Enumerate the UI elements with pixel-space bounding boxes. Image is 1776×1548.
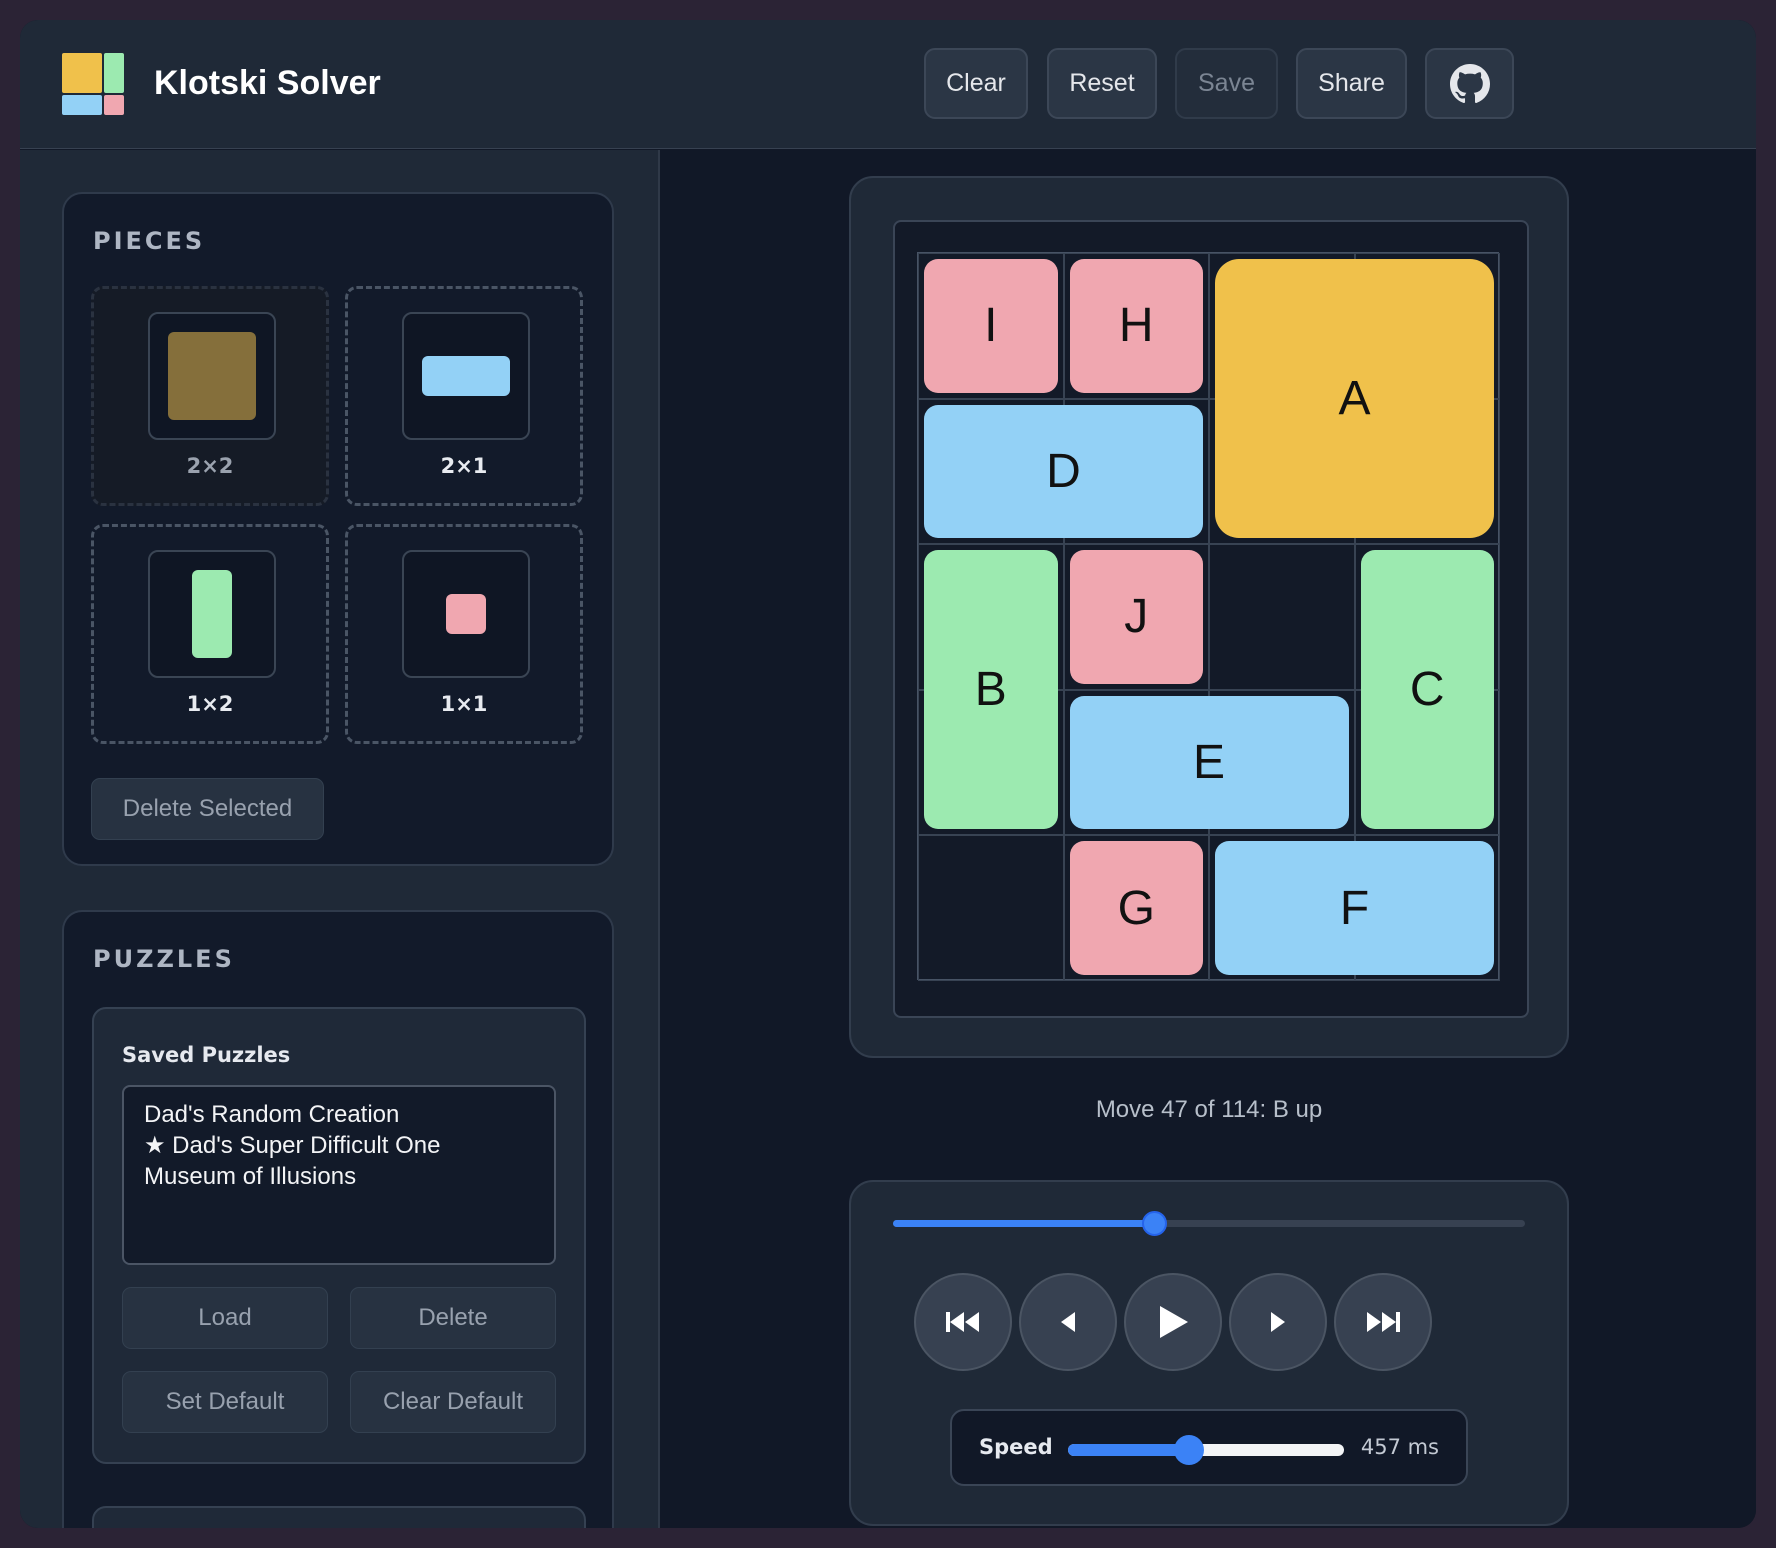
speed-slider-thumb[interactable] <box>1174 1435 1205 1465</box>
share-button[interactable]: Share <box>1296 48 1407 119</box>
speed-slider[interactable] <box>1068 1435 1344 1465</box>
play-icon <box>1160 1306 1188 1338</box>
main-area: IHADBJ CEGF Move 47 of 114: B up Speed 45… <box>662 150 1756 1528</box>
board-cell[interactable] <box>1209 544 1355 690</box>
skip-to-start-button[interactable] <box>914 1273 1012 1371</box>
app-window: Klotski Solver Clear Reset Save Share PI… <box>20 20 1756 1528</box>
board-cell[interactable] <box>918 835 1064 981</box>
piece-1x2-swatch <box>192 570 232 658</box>
piece-1x1-label: 1×1 <box>440 692 488 716</box>
clear-default-button[interactable]: Clear Default <box>350 1371 556 1433</box>
move-scrubber-thumb[interactable] <box>1141 1211 1167 1236</box>
delete-selected-button[interactable]: Delete Selected <box>91 778 324 840</box>
puzzle-board[interactable]: IHADBJ CEGF <box>917 252 1500 981</box>
next-section-card <box>92 1506 586 1528</box>
app-logo-icon <box>62 53 124 115</box>
speed-control: Speed 457 ms <box>950 1409 1468 1486</box>
puzzles-title: PUZZLES <box>93 945 235 973</box>
block-i[interactable]: I <box>924 259 1058 393</box>
app-title: Klotski Solver <box>154 64 381 102</box>
sidebar: PIECES 2×2 2×1 1×2 1×1 Delete Selected P… <box>20 150 660 1528</box>
github-icon <box>1449 63 1490 103</box>
step-back-icon <box>1061 1312 1075 1332</box>
block-f[interactable]: F <box>1215 841 1494 975</box>
skip-to-end-icon <box>1367 1312 1400 1332</box>
github-button[interactable] <box>1425 48 1514 119</box>
speed-value: 457 ms <box>1360 1435 1439 1459</box>
reset-button[interactable]: Reset <box>1047 48 1157 119</box>
load-button[interactable]: Load <box>122 1287 328 1349</box>
header: Klotski Solver Clear Reset Save Share <box>20 20 1756 149</box>
saved-puzzles-box: Saved Puzzles Dad's Random Creation ★ Da… <box>92 1007 586 1464</box>
delete-button[interactable]: Delete <box>350 1287 556 1349</box>
board-panel: IHADBJ CEGF <box>849 176 1569 1058</box>
move-scrubber[interactable] <box>893 1211 1525 1236</box>
piece-1x1[interactable]: 1×1 <box>345 524 583 744</box>
set-default-button[interactable]: Set Default <box>122 1371 328 1433</box>
piece-2x2-swatch <box>168 332 256 420</box>
block-b[interactable]: B <box>924 550 1058 830</box>
step-forward-icon <box>1271 1312 1285 1332</box>
piece-2x2-label: 2×2 <box>186 454 234 478</box>
list-item[interactable]: Museum of Illusions <box>144 1161 534 1192</box>
playback-panel: Speed 457 ms <box>849 1180 1569 1526</box>
piece-2x1-label: 2×1 <box>440 454 488 478</box>
speed-label: Speed <box>979 1435 1053 1459</box>
puzzles-panel: PUZZLES Saved Puzzles Dad's Random Creat… <box>62 910 614 1528</box>
block-g[interactable]: G <box>1069 841 1203 975</box>
piece-1x1-swatch <box>446 594 486 634</box>
skip-to-start-icon <box>946 1312 979 1332</box>
save-button[interactable]: Save <box>1175 48 1278 119</box>
block-j[interactable]: J <box>1069 550 1203 684</box>
saved-puzzles-list[interactable]: Dad's Random Creation ★ Dad's Super Diff… <box>122 1085 556 1265</box>
step-forward-button[interactable] <box>1229 1273 1327 1371</box>
move-scrubber-fill <box>893 1220 1154 1227</box>
block-a[interactable]: A <box>1215 259 1494 539</box>
board-frame: IHADBJ CEGF <box>893 220 1529 1018</box>
step-back-button[interactable] <box>1019 1273 1117 1371</box>
list-item[interactable]: ★ Dad's Super Difficult One <box>144 1130 534 1161</box>
piece-1x2[interactable]: 1×2 <box>91 524 329 744</box>
piece-2x2[interactable]: 2×2 <box>91 286 329 506</box>
piece-2x1[interactable]: 2×1 <box>345 286 583 506</box>
block-e[interactable]: E <box>1069 695 1349 830</box>
block-c[interactable]: C <box>1360 550 1494 830</box>
clear-button[interactable]: Clear <box>924 48 1028 119</box>
speed-slider-fill <box>1068 1444 1190 1456</box>
play-button[interactable] <box>1124 1273 1222 1371</box>
piece-1x2-label: 1×2 <box>186 692 234 716</box>
block-d[interactable]: D <box>924 404 1203 539</box>
move-status: Move 47 of 114: B up <box>1095 1096 1323 1123</box>
pieces-title: PIECES <box>93 227 206 255</box>
pieces-panel: PIECES 2×2 2×1 1×2 1×1 Delete Selected <box>62 192 614 866</box>
list-item[interactable]: Dad's Random Creation <box>144 1099 534 1130</box>
block-h[interactable]: H <box>1069 259 1203 393</box>
skip-to-end-button[interactable] <box>1334 1273 1432 1371</box>
piece-2x1-swatch <box>422 356 510 396</box>
saved-puzzles-title: Saved Puzzles <box>122 1043 291 1067</box>
